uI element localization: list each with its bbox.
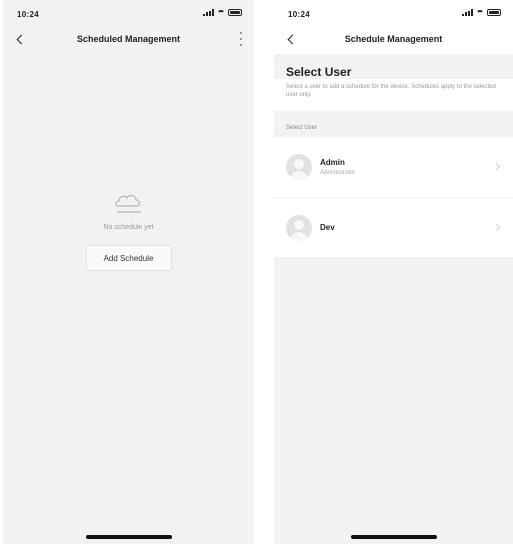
chevron-right-icon (492, 162, 501, 171)
user-subtitle: Administrator (320, 170, 356, 176)
wifi-icon (217, 9, 225, 16)
user-row-admin[interactable]: Admin Administrator (274, 137, 513, 197)
add-schedule-button[interactable]: Add Schedule (85, 245, 172, 271)
nav-bar: Schedule Management (274, 28, 513, 54)
user-row-dev[interactable]: Dev (274, 197, 513, 257)
back-button[interactable] (13, 31, 29, 47)
page-title: Schedule Management (344, 34, 443, 44)
empty-state: No schedule yet Add Schedule (3, 190, 254, 271)
select-user-title: Select User (286, 65, 352, 79)
chevron-left-icon (16, 34, 26, 44)
page-title: Scheduled Management (76, 34, 181, 44)
user-list-header: Select User (286, 125, 318, 131)
status-time: 10:24 (288, 10, 310, 19)
battery-icon (228, 9, 242, 16)
signal-icon (462, 9, 473, 16)
wifi-icon (476, 9, 484, 16)
right-screen: 10:24 Schedule Management Select User Se… (274, 0, 513, 544)
more-options-button[interactable] (238, 32, 244, 46)
home-indicator (85, 535, 172, 539)
status-icons (462, 9, 501, 16)
status-time: 10:24 (17, 10, 39, 19)
header-area: 10:24 Schedule Management (274, 0, 513, 54)
chevron-left-icon (287, 34, 297, 44)
cloud-icon (113, 190, 145, 216)
user-name: Dev (320, 223, 335, 232)
chevron-right-icon (492, 223, 501, 232)
empty-text: No schedule yet (103, 224, 154, 231)
user-name: Admin (320, 158, 345, 167)
home-indicator (350, 535, 437, 539)
back-button[interactable] (284, 31, 300, 47)
signal-icon (203, 9, 214, 16)
avatar (286, 214, 312, 241)
battery-icon (487, 9, 501, 16)
left-screen: 10:24 Scheduled Management No schedule y… (3, 0, 254, 544)
avatar (286, 154, 312, 180)
status-bar: 10:24 (274, 0, 513, 28)
status-bar: 10:24 (3, 0, 254, 28)
nav-bar: Scheduled Management (3, 28, 254, 54)
user-list: Admin Administrator Dev (274, 137, 513, 257)
status-icons (203, 9, 242, 16)
select-user-description: Select a user to add a schedule for the … (274, 79, 513, 111)
